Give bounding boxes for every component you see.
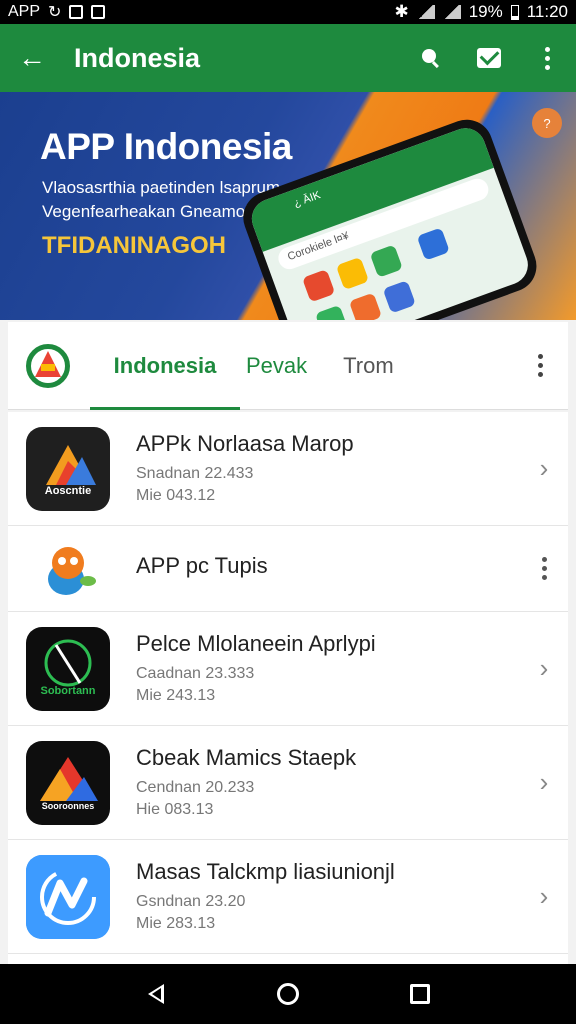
bluetooth-icon: ✱ — [394, 2, 409, 21]
app-meta-2: Mie 043.12 — [136, 486, 216, 504]
wifi-icon — [416, 5, 435, 19]
app-title: APP pc Tupis — [136, 552, 268, 578]
app-meta-1: Snadnan 22.433 — [136, 464, 254, 482]
banner-badge: ? — [532, 108, 562, 138]
status-app-label: APP — [8, 3, 41, 20]
app-info: APP pc Tupis — [136, 553, 520, 585]
chevron-right-icon[interactable]: › — [520, 412, 568, 525]
app-info: Masas Talckmp liasiunionjl Gsndnan 23.20… — [136, 859, 520, 935]
clock: 11:20 — [526, 2, 568, 21]
app-info: Pelce Mlolaneein Aprlypi Caadnan 23.333 … — [136, 631, 520, 707]
app-meta-2: Mie 283.13 — [136, 914, 216, 932]
overflow-menu-button[interactable] — [518, 24, 576, 92]
app-icon-label: Aoscntie — [44, 484, 92, 497]
app-info: Cbeak Mamics Staepk Cendnan 20.233 Hie 0… — [136, 745, 520, 821]
status-system: ✱ 19% 11:20 — [394, 2, 568, 22]
tab-trom[interactable]: Trom — [343, 322, 394, 410]
phone-app-tile — [301, 269, 336, 303]
back-triangle-icon — [148, 984, 164, 1004]
nav-back-button[interactable] — [126, 964, 186, 1024]
app-meta-2: Mie 243.13 — [136, 686, 216, 704]
app-title: Masas Talckmp liasiunionjl — [136, 858, 395, 884]
search-icon — [422, 49, 439, 69]
notification-icon — [69, 5, 84, 19]
phone-app-tile — [314, 304, 349, 320]
app-bar: ← Indonesia — [0, 24, 576, 92]
signal-icon — [442, 5, 461, 19]
battery-percent: 19% — [468, 2, 503, 21]
app-title: APPk Norlaasa Marop — [136, 430, 354, 456]
recents-square-icon — [410, 984, 430, 1004]
chevron-right-icon[interactable]: › — [520, 840, 568, 953]
list-item[interactable]: Sobortann Pelce Mlolaneein Aprlypi Caadn… — [8, 612, 568, 726]
app-icon — [26, 526, 110, 611]
tab-bar: Indonesia Pevak Trom — [8, 322, 568, 410]
app-meta-1: Cendnan 20.233 — [136, 778, 255, 796]
list-item[interactable]: Sooroonnes Cbeak Mamics Staepk Cendnan 2… — [8, 726, 568, 840]
status-notifications: APP ↻ — [8, 2, 106, 22]
notification-icon-2 — [91, 5, 106, 19]
phone-app-tile — [348, 292, 383, 320]
banner-title: APP Indonesia — [40, 126, 292, 167]
chevron-right-icon[interactable]: › — [520, 612, 568, 725]
store-logo — [26, 343, 70, 388]
tab-pevak[interactable]: Pevak — [246, 322, 307, 410]
tab-overflow-button[interactable] — [512, 322, 568, 410]
sync-icon: ↻ — [48, 4, 62, 21]
app-title: Pelce Mlolaneein Aprlypi — [136, 630, 376, 656]
list-item[interactable] — [8, 954, 568, 964]
chevron-right-icon[interactable]: › — [520, 726, 568, 839]
list-item[interactable]: APP pc Tupis — [8, 526, 568, 612]
nav-home-button[interactable] — [258, 964, 318, 1024]
list-item[interactable]: Aoscntie APPk Norlaasa Marop Snadnan 22.… — [8, 412, 568, 526]
app-meta-1: Caadnan 23.333 — [136, 664, 255, 682]
more-vert-icon — [541, 557, 547, 580]
app-icon-label: Sooroonnes — [41, 800, 95, 811]
app-title: Cbeak Mamics Staepk — [136, 744, 357, 770]
app-icon: Sooroonnes — [26, 740, 110, 825]
item-overflow-button[interactable] — [520, 526, 568, 611]
app-meta-2: Hie 083.13 — [136, 800, 214, 818]
app-meta-1: Gsndnan 23.20 — [136, 892, 246, 910]
app-icon: Aoscntie — [26, 426, 110, 511]
page-title: Indonesia — [74, 42, 201, 73]
list-item[interactable]: Masas Talckmp liasiunionjl Gsndnan 23.20… — [8, 840, 568, 954]
banner-highlight: TFIDANINAGOH — [42, 232, 226, 259]
back-button[interactable]: ← — [0, 24, 64, 92]
app-icon — [26, 854, 110, 939]
app-info: APPk Norlaasa Marop Snadnan 22.433 Mie 0… — [136, 431, 520, 507]
search-button[interactable] — [402, 24, 460, 92]
arrow-back-icon: ← — [18, 42, 46, 73]
phone-app-tile — [335, 256, 370, 291]
app-icon: Sobortann — [26, 626, 110, 711]
home-circle-icon — [277, 983, 299, 1005]
phone-app-tile — [369, 244, 403, 278]
battery-icon — [510, 4, 519, 20]
mail-icon — [477, 48, 501, 68]
phone-app-tile — [416, 227, 450, 261]
more-vert-icon — [544, 46, 550, 70]
app-list: Aoscntie APPk Norlaasa Marop Snadnan 22.… — [8, 412, 568, 964]
app-bar-actions — [402, 24, 576, 92]
app-icon-label: Sobortann — [40, 684, 96, 697]
inbox-button[interactable] — [460, 24, 518, 92]
more-vert-icon — [537, 354, 543, 377]
tab-indonesia[interactable]: Indonesia — [90, 322, 240, 410]
status-bar: APP ↻ ✱ 19% 11:20 — [0, 0, 576, 24]
system-nav-bar — [0, 964, 576, 1024]
promo-banner[interactable]: APP Indonesia Vlaosasrthia paetinden lsa… — [0, 92, 576, 320]
phone-app-tile — [382, 280, 416, 314]
banner-text-line-1: Vlaosasrthia paetinden lsaprum — [42, 178, 281, 197]
nav-recents-button[interactable] — [390, 964, 450, 1024]
